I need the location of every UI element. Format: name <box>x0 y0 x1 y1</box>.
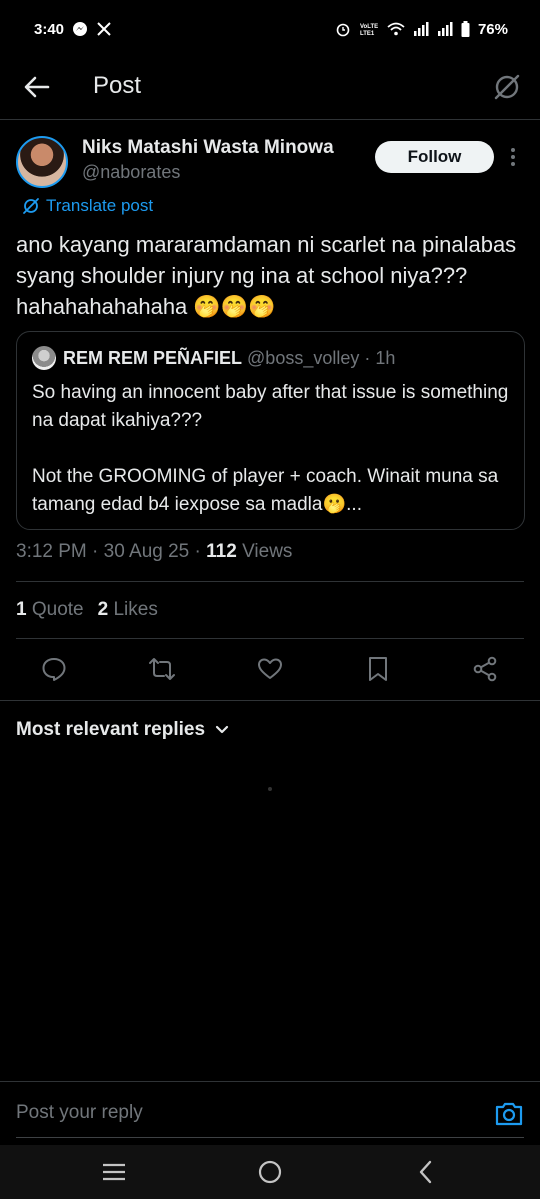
repost-button[interactable] <box>145 652 179 686</box>
share-icon <box>473 656 497 682</box>
likes-count: 2 <box>97 599 109 620</box>
reply-button[interactable] <box>37 652 71 686</box>
author-avatar[interactable] <box>16 136 68 188</box>
likes-stat[interactable]: 2 Likes <box>98 599 158 621</box>
alarm-icon <box>335 21 351 37</box>
more-dot-icon <box>511 148 515 152</box>
battery-icon <box>461 21 470 37</box>
divider <box>16 638 524 639</box>
signal-icon <box>413 22 429 36</box>
replies-sort-dropdown[interactable]: Most relevant replies <box>16 719 229 741</box>
system-navigation-bar <box>0 1145 540 1199</box>
translate-post-link[interactable]: Translate post <box>22 196 153 216</box>
svg-text:LTE1: LTE1 <box>360 31 375 37</box>
loading-indicator <box>268 787 272 791</box>
volte-icon: VoLTE LTE1 <box>359 21 379 37</box>
quotes-stat[interactable]: 1 Quote <box>16 599 84 621</box>
author-handle[interactable]: @naborates <box>82 162 180 183</box>
quotes-label: Quote <box>31 599 84 620</box>
replies-sort-label: Most relevant replies <box>16 719 206 740</box>
heart-icon <box>258 658 282 679</box>
x-icon <box>96 21 112 37</box>
grok-icon <box>23 198 39 214</box>
camera-button[interactable] <box>494 1100 524 1130</box>
system-back-button[interactable] <box>409 1157 443 1187</box>
menu-icon <box>103 1163 125 1181</box>
post-meta: 3:12 PM · 30 Aug 25 · 112 Views <box>16 541 292 563</box>
home-button[interactable] <box>253 1157 287 1187</box>
top-app-bar: Post <box>0 58 540 120</box>
follow-button[interactable]: Follow <box>375 141 494 173</box>
reply-icon <box>42 658 66 681</box>
quoted-author-handle: @boss_volley <box>247 348 360 368</box>
quoted-post-text: So having an innocent baby after that is… <box>32 382 509 515</box>
grok-icon <box>494 74 520 100</box>
messenger-icon <box>72 21 88 37</box>
post-stats: 1 Quote 2 Likes <box>16 599 158 621</box>
divider <box>0 700 540 701</box>
back-button[interactable] <box>22 72 52 102</box>
views-count: 112 <box>206 541 237 562</box>
bookmark-button[interactable] <box>361 652 395 686</box>
more-dot-icon <box>511 162 515 166</box>
views-label: Views <box>242 541 293 562</box>
likes-label: Likes <box>113 599 158 620</box>
separator-dot: · <box>92 541 99 562</box>
post-text: ano kayang mararamdaman ni scarlet na pi… <box>16 232 517 319</box>
quotes-count: 1 <box>16 599 27 620</box>
more-options-button[interactable] <box>505 145 521 169</box>
status-time: 3:40 <box>34 20 65 38</box>
reply-composer: Post your reply <box>0 1081 540 1143</box>
quoted-post-card[interactable]: REM REM PEÑAFIEL @boss_volley · 1h So ha… <box>16 331 525 530</box>
post-time: 3:12 PM <box>16 541 87 562</box>
status-bar: 3:40 VoLTE LTE1 76% <box>0 0 540 58</box>
chevron-left-icon <box>419 1160 432 1184</box>
grok-button[interactable] <box>492 72 522 102</box>
page-title: Post <box>93 72 142 99</box>
separator-dot: · <box>364 348 371 368</box>
separator-dot: · <box>194 541 201 562</box>
quoted-post-header: REM REM PEÑAFIEL @boss_volley · 1h <box>63 348 395 369</box>
post-date: 30 Aug 25 <box>103 541 190 562</box>
wifi-icon <box>387 21 405 37</box>
camera-icon <box>495 1102 523 1126</box>
divider <box>16 581 524 582</box>
reply-input-underline <box>16 1137 524 1138</box>
share-button[interactable] <box>468 652 502 686</box>
battery-percent: 76% <box>477 20 508 38</box>
quoted-author-name: REM REM PEÑAFIEL <box>63 348 243 368</box>
quoted-post-age: 1h <box>375 348 396 368</box>
arrow-left-icon <box>24 76 50 98</box>
bookmark-icon <box>369 657 387 681</box>
more-dot-icon <box>511 155 515 159</box>
home-circle-icon <box>258 1160 282 1184</box>
svg-text:VoLTE: VoLTE <box>360 24 378 30</box>
author-name[interactable]: Niks Matashi Wasta Minowa <box>82 137 334 159</box>
like-button[interactable] <box>253 652 287 686</box>
recent-apps-button[interactable] <box>97 1157 131 1187</box>
quoted-author-avatar <box>32 346 56 370</box>
repost-icon <box>149 658 175 680</box>
post-action-bar <box>0 652 540 688</box>
chevron-down-icon <box>215 725 229 734</box>
reply-input[interactable]: Post your reply <box>16 1102 143 1124</box>
signal-icon <box>437 22 453 36</box>
translate-post-label: Translate post <box>46 196 154 215</box>
